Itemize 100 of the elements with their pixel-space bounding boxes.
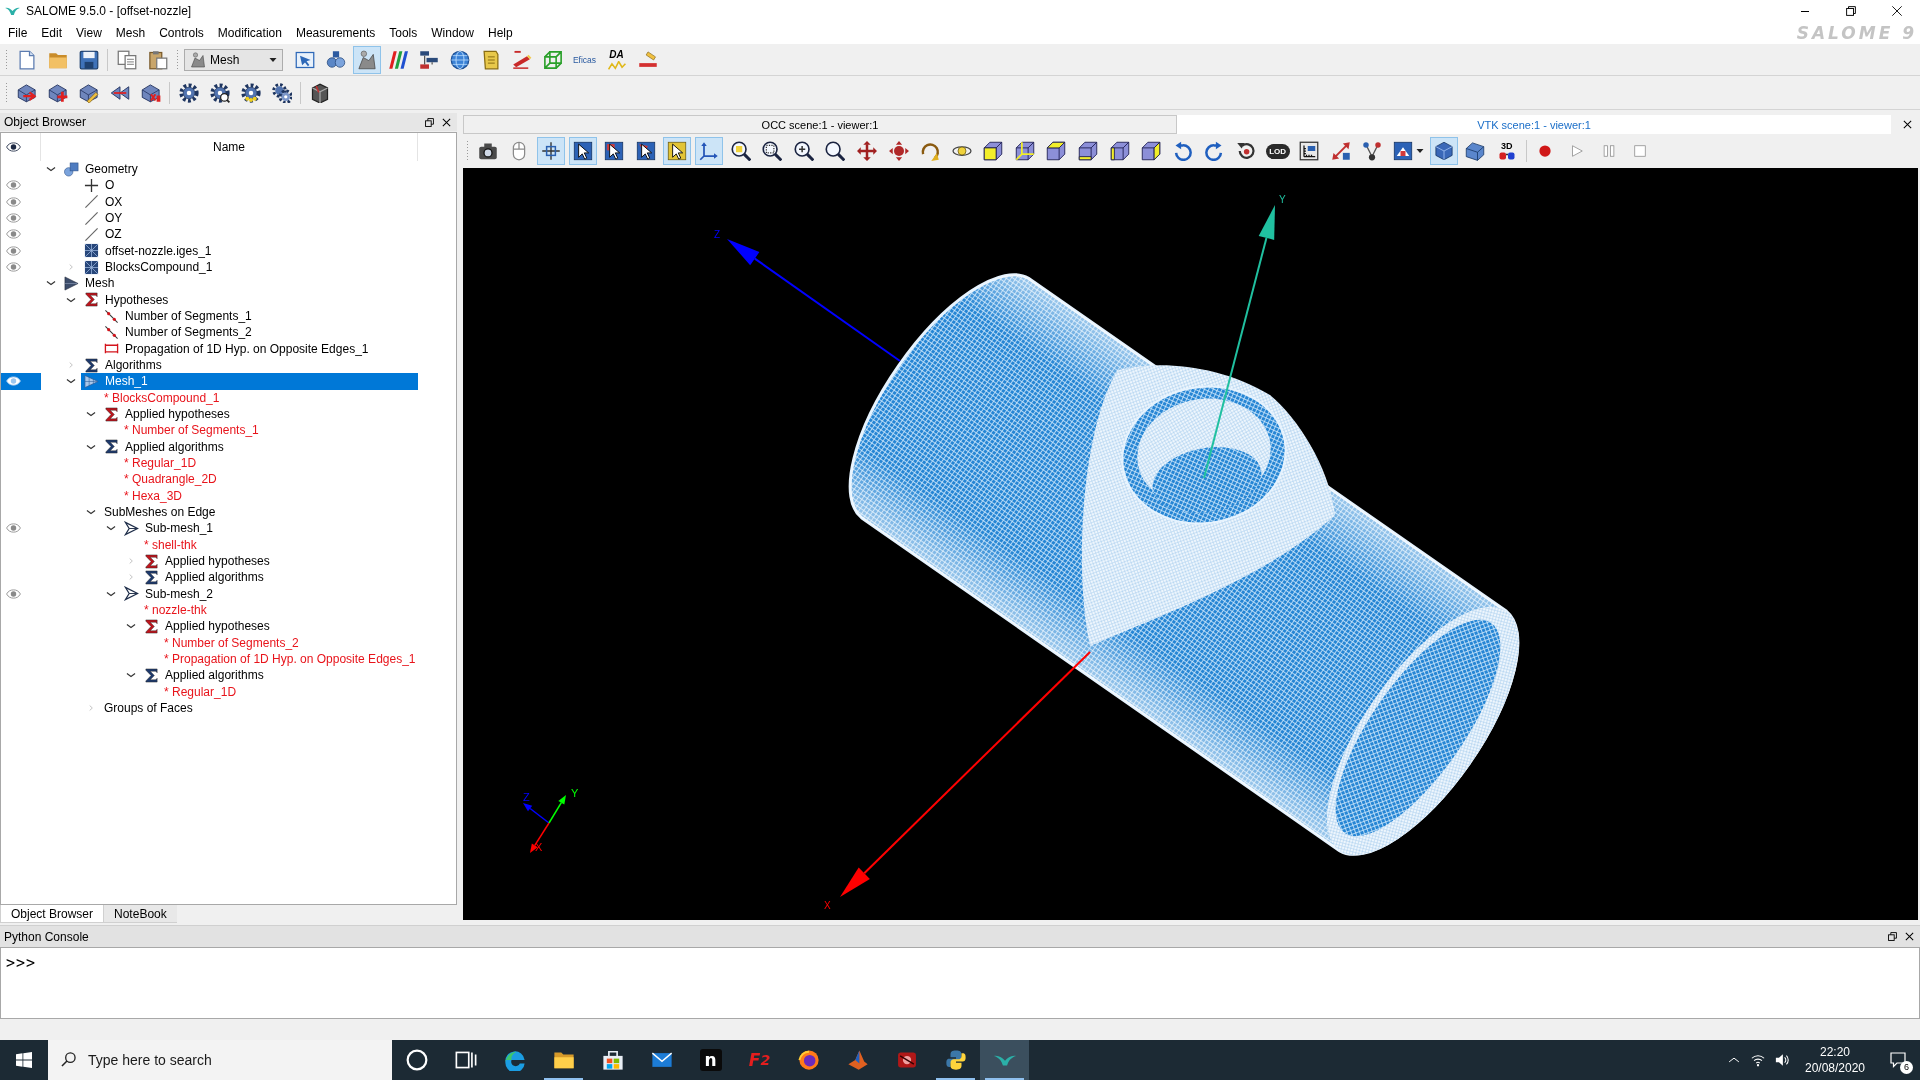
chevron-down-icon[interactable] xyxy=(66,378,76,385)
tree-item[interactable]: Propagation of 1D Hyp. on Opposite Edges_1 xyxy=(101,340,371,357)
mesh-icon xyxy=(84,373,99,389)
wire-cube-icon xyxy=(542,49,563,70)
nodes-icon xyxy=(1362,141,1383,161)
checkered-square-icon xyxy=(84,243,99,259)
tree-item[interactable]: Algorithms xyxy=(81,356,164,374)
pen-icon xyxy=(511,49,532,70)
tree-item[interactable]: Applied algorithms xyxy=(141,569,266,586)
toolbar-handle[interactable] xyxy=(5,81,8,104)
toolbar-button[interactable]: Eficas xyxy=(569,45,600,74)
tree-item[interactable]: Applied hypotheses xyxy=(101,405,232,423)
menu-item[interactable]: Edit xyxy=(34,23,70,43)
chevron-down-icon[interactable] xyxy=(106,590,116,597)
tree-item[interactable]: Applied hypotheses xyxy=(141,552,272,570)
two-snakes-icon xyxy=(944,1049,967,1071)
toolbar-button[interactable] xyxy=(694,137,723,165)
four-panes-icon xyxy=(16,1052,32,1068)
float-button[interactable] xyxy=(1885,929,1899,944)
toolbar-handle[interactable] xyxy=(5,48,8,71)
tree-item[interactable]: * Quadrangle_2D xyxy=(121,471,219,488)
chevron-down-icon[interactable] xyxy=(46,166,56,173)
tree-item[interactable]: Hypotheses xyxy=(81,291,171,308)
float-icon xyxy=(424,117,434,127)
tree-item[interactable]: Geometry xyxy=(61,161,140,178)
menu-item[interactable]: Window xyxy=(424,23,481,43)
tree-item[interactable]: Groups of Faces xyxy=(101,699,195,717)
toolbar-button[interactable]: 3D xyxy=(1492,137,1521,165)
float-button[interactable] xyxy=(422,115,436,129)
column-header[interactable]: Name xyxy=(213,140,245,154)
speaker-icon xyxy=(1775,1053,1789,1067)
projection-icon xyxy=(1392,141,1413,161)
slab-icon xyxy=(1465,141,1486,161)
tree-item[interactable]: Applied algorithms xyxy=(141,667,266,684)
toolbar-button[interactable] xyxy=(663,137,692,165)
tree-item[interactable]: * Regular_1D xyxy=(121,454,199,472)
tree-item[interactable]: OZ xyxy=(81,226,124,243)
module-dropdown[interactable]: Mesh xyxy=(184,48,283,71)
tree-item[interactable]: * Regular_1D xyxy=(161,683,239,700)
console-field[interactable]: >>> xyxy=(0,947,1920,1019)
eye-icon[interactable] xyxy=(6,142,21,152)
menu-item[interactable]: View xyxy=(69,23,109,43)
tree-item[interactable]: BlocksCompound_1 xyxy=(81,258,215,276)
sigma-icon xyxy=(84,357,99,373)
tree-item[interactable]: Mesh_1 xyxy=(81,373,418,390)
toolbar-handle[interactable] xyxy=(176,48,179,71)
clock-date[interactable]: 20/08/2020 xyxy=(1804,1060,1866,1076)
tree-item[interactable]: Mesh xyxy=(61,275,117,292)
toolbar-button[interactable]: LOD xyxy=(1263,137,1292,165)
toolbar-button[interactable] xyxy=(568,137,597,165)
tree-item[interactable]: OY xyxy=(81,210,125,227)
menu-item[interactable]: Measurements xyxy=(288,23,383,43)
chevron-down-icon[interactable] xyxy=(126,672,136,679)
tree-item[interactable]: * Number of Segments_1 xyxy=(121,422,261,439)
rotate-left-icon xyxy=(1172,141,1193,161)
arrowhead-icon xyxy=(124,586,139,602)
menu-item[interactable]: Controls xyxy=(152,23,211,43)
tree-item[interactable]: * BlocksCompound_1 xyxy=(101,389,222,406)
tree-item[interactable]: * Propagation of 1D Hyp. on Opposite Edges_1 xyxy=(161,650,418,668)
tree-item[interactable]: * nozzle-thk xyxy=(141,601,209,619)
tree-item[interactable]: Sub-mesh_2 xyxy=(121,585,216,602)
clock-time[interactable]: 22:20 xyxy=(1820,1044,1850,1060)
menu-item[interactable]: Mesh xyxy=(108,23,153,43)
chevron-down-icon[interactable] xyxy=(66,296,76,303)
tab[interactable]: Object Browser xyxy=(0,905,105,923)
tab[interactable]: OCC scene:1 - viewer:1 xyxy=(463,115,1177,134)
chevron-down-icon[interactable] xyxy=(46,280,56,287)
tree-item[interactable]: OX xyxy=(81,193,125,210)
mesh-plus-icon xyxy=(47,82,68,103)
toolbar-handle[interactable] xyxy=(466,140,469,162)
tree-item[interactable]: Number of Segments_2 xyxy=(101,324,254,341)
tree-item[interactable]: Applied algorithms xyxy=(101,438,226,455)
chevron-down-icon[interactable] xyxy=(86,411,96,418)
menu-item[interactable]: Help xyxy=(480,23,520,43)
tree-item[interactable]: offset-nozzle.iges_1 xyxy=(81,242,214,259)
tab[interactable]: NoteBook xyxy=(104,905,177,923)
toolbar-button[interactable] xyxy=(1429,137,1458,165)
tree-item[interactable]: O xyxy=(81,177,117,194)
tree-item[interactable]: Number of Segments_1 xyxy=(101,307,254,325)
chevron-down-icon[interactable] xyxy=(86,509,96,516)
search-field[interactable]: Type here to search xyxy=(48,1040,392,1080)
axis-label: Z xyxy=(523,791,530,803)
chevron-down-icon[interactable] xyxy=(86,443,96,450)
tree-item[interactable]: SubMeshes on Edge xyxy=(101,503,218,521)
toolbar-button[interactable]: DA xyxy=(602,45,631,74)
taskbar-app[interactable]: n xyxy=(686,1040,735,1080)
tab[interactable]: VTK scene:1 - viewer:1 xyxy=(1177,115,1891,134)
menu-item[interactable]: File xyxy=(1,23,35,43)
menu-item[interactable]: Modification xyxy=(210,23,289,43)
menu-item[interactable]: Tools xyxy=(382,23,425,43)
tree-item[interactable]: Sub-mesh_1 xyxy=(121,520,216,537)
notifications-button[interactable]: 6 xyxy=(1876,1040,1920,1080)
cube-icon xyxy=(1014,141,1035,161)
chevron-down-icon[interactable] xyxy=(106,525,116,532)
chevron-down-icon[interactable] xyxy=(126,623,136,630)
3d-viewport[interactable]: Z Y X Z Y X xyxy=(463,168,1918,920)
tree-item[interactable]: * Hexa_3D xyxy=(121,487,185,504)
tree-item[interactable]: Applied hypotheses xyxy=(141,618,272,635)
tree-item[interactable]: * Number of Segments_2 xyxy=(161,634,301,651)
tree-item[interactable]: * shell-thk xyxy=(141,536,199,553)
